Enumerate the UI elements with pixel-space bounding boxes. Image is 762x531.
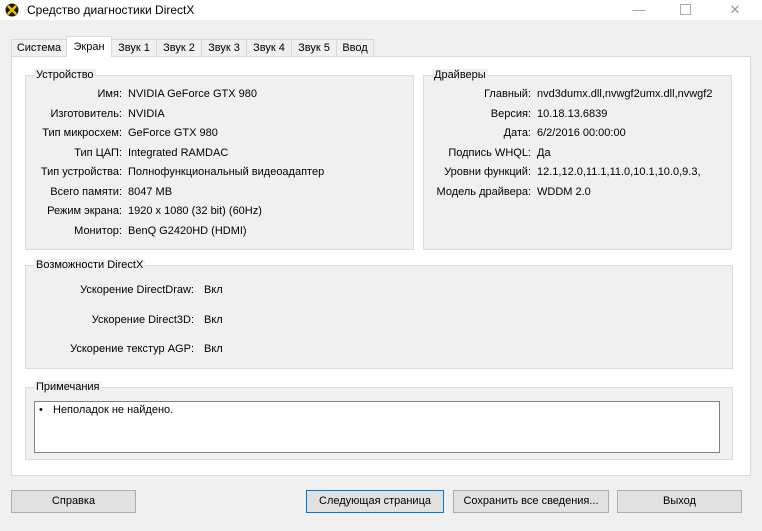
driver-label: Главный: — [484, 88, 531, 100]
tab-sound-2[interactable]: Звук 2 — [156, 39, 202, 56]
maximize-button[interactable] — [662, 0, 708, 20]
driver-row: Подпись WHQL: Да — [424, 147, 731, 163]
device-label: Тип устройства: — [40, 166, 122, 178]
driver-row: Уровни функций: 12.1,12.0,11.1,11.0,10.1,… — [424, 166, 731, 182]
directx-features-group: Возможности DirectX Ускорение DirectDraw… — [25, 259, 733, 369]
directx-icon — [5, 3, 19, 17]
drivers-group-title: Драйверы — [432, 69, 488, 81]
driver-label: Подпись WHQL: — [448, 147, 531, 159]
device-value: NVIDIA GeForce GTX 980 — [128, 88, 257, 100]
driver-label: Дата: — [503, 127, 531, 139]
device-value: Integrated RAMDAC — [128, 147, 229, 159]
minimize-icon: — — [632, 2, 646, 17]
help-button[interactable]: Справка — [11, 490, 136, 513]
driver-label: Версия: — [490, 108, 531, 120]
device-value: 8047 MB — [128, 186, 173, 198]
tab-system[interactable]: Система — [11, 39, 67, 56]
device-value: GeForce GTX 980 — [128, 127, 218, 139]
device-value: BenQ G2420HD (HDMI) — [128, 225, 247, 237]
tab-display[interactable]: Экран — [66, 36, 112, 57]
device-group: Устройство Имя: NVIDIA GeForce GTX 980 Из… — [25, 69, 414, 250]
notes-textbox[interactable]: • Неполадок не найдено. — [34, 401, 720, 453]
driver-row: Дата: 6/2/2016 00:00:00 — [424, 127, 731, 143]
notes-group-title: Примечания — [34, 381, 102, 393]
driver-row: Модель драйвера: WDDM 2.0 — [424, 186, 731, 202]
device-label: Режим экрана: — [47, 205, 122, 217]
tab-sound-4[interactable]: Звук 4 — [246, 39, 292, 56]
next-page-button[interactable]: Следующая страница — [306, 490, 444, 513]
device-label: Всего памяти: — [50, 186, 122, 198]
drivers-group: Драйверы Главный: nvd3dumx.dll,nvwgf2umx.… — [423, 69, 732, 250]
feature-value: Вкл — [204, 284, 223, 296]
driver-value: 12.1,12.0,11.1,11.0,10.1,10.0,9.3, — [537, 166, 701, 178]
device-label: Тип микросхем: — [42, 127, 122, 139]
device-value: 1920 x 1080 (32 bit) (60Hz) — [128, 205, 262, 217]
feature-label: Ускорение текстур AGP: — [70, 343, 194, 355]
notes-text: Неполадок не найдено. — [53, 404, 174, 416]
exit-button[interactable]: Выход — [617, 490, 742, 513]
tab-input[interactable]: Ввод — [336, 39, 374, 56]
driver-label: Модель драйвера: — [436, 186, 531, 198]
device-value: Полнофункциональный видеоадаптер — [128, 166, 325, 178]
device-group-title: Устройство — [34, 69, 96, 81]
tab-sound-1[interactable]: Звук 1 — [111, 39, 157, 56]
close-button[interactable]: ✕ — [708, 0, 762, 20]
notes-group: Примечания • Неполадок не найдено. — [25, 381, 733, 460]
driver-label: Уровни функций: — [444, 166, 531, 178]
device-label: Имя: — [97, 88, 122, 100]
feature-label: Ускорение DirectDraw: — [80, 284, 194, 296]
maximize-icon — [679, 4, 691, 16]
device-label: Изготовитель: — [50, 108, 123, 120]
bullet: • — [39, 404, 43, 416]
minimize-button[interactable]: — — [616, 0, 662, 20]
close-icon: ✕ — [729, 2, 741, 17]
tab-sound-3[interactable]: Звук 3 — [201, 39, 247, 56]
driver-value: 10.18.13.6839 — [537, 108, 608, 120]
device-label: Тип ЦАП: — [74, 147, 122, 159]
tab-panel: Устройство Имя: NVIDIA GeForce GTX 980 Из… — [11, 56, 751, 476]
window-title: Средство диагностики DirectX — [27, 3, 195, 17]
driver-value: nvd3dumx.dll,nvwgf2umx.dll,nvwgf2 — [537, 88, 713, 100]
directx-features-title: Возможности DirectX — [34, 259, 146, 271]
driver-row: Главный: nvd3dumx.dll,nvwgf2umx.dll,nvwgf… — [424, 88, 731, 104]
tab-sound-5[interactable]: Звук 5 — [291, 39, 337, 56]
driver-value: Да — [537, 147, 551, 159]
feature-value: Вкл — [204, 343, 223, 355]
notes-line: • Неполадок не найдено. — [39, 404, 173, 416]
driver-value: WDDM 2.0 — [537, 186, 591, 198]
save-all-info-button[interactable]: Сохранить все сведения... — [453, 490, 609, 513]
driver-row: Версия: 10.18.13.6839 — [424, 108, 731, 124]
feature-value: Вкл — [204, 314, 223, 326]
feature-label: Ускорение Direct3D: — [91, 314, 194, 326]
title-bar: Средство диагностики DirectX — ✕ — [0, 0, 762, 20]
driver-value: 6/2/2016 00:00:00 — [537, 127, 626, 139]
device-label: Монитор: — [74, 225, 122, 237]
device-value: NVIDIA — [128, 108, 165, 120]
